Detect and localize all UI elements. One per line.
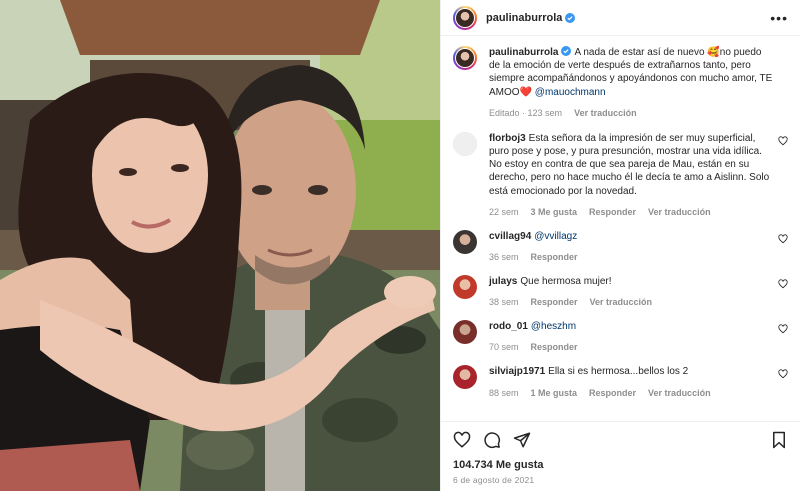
reply-button[interactable]: Responder — [531, 342, 578, 352]
comment-username[interactable]: silviajp1971 — [489, 366, 545, 377]
translate-link[interactable]: Ver traducción — [648, 207, 711, 217]
edited-label: Editado — [489, 107, 520, 118]
comment-time[interactable]: 38 sem — [489, 297, 519, 307]
post-caption: paulinaburrola A nada de estar así de nue… — [453, 46, 788, 118]
comment-item: cvillag94 @vvillagz 36 sem Responder — [453, 229, 788, 262]
comment-icon[interactable] — [483, 431, 501, 449]
comment-like-heart-icon[interactable] — [778, 324, 788, 334]
author-username[interactable]: paulinaburrola — [486, 12, 562, 24]
comment-username[interactable]: cvillag94 — [489, 231, 531, 242]
author-avatar[interactable] — [453, 5, 477, 30]
comment-text: Esta señora da la impresión de ser muy s… — [489, 132, 770, 197]
post-date[interactable]: 6 de agosto de 2021 — [441, 471, 800, 491]
comment-text: Que hermosa mujer! — [520, 276, 612, 288]
comment-item: rodo_01 @heszhm 70 sem Responder — [453, 320, 788, 352]
verified-badge-icon — [561, 46, 572, 56]
comment-item: silviajp1971 Ella si es hermosa...bellos … — [453, 365, 788, 398]
meta-separator: · — [519, 107, 528, 118]
caption-meta: Editado · 123 sem Ver traducción — [489, 108, 774, 118]
comment-mention[interactable]: @vvillagz — [534, 231, 577, 242]
comment-mention[interactable]: @heszhm — [531, 321, 576, 332]
comment-like-heart-icon[interactable] — [778, 234, 788, 244]
comment-avatar[interactable] — [453, 320, 477, 345]
comment-time[interactable]: 22 sem — [489, 207, 519, 217]
bookmark-icon[interactable] — [770, 431, 788, 449]
comment-username[interactable]: julays — [489, 276, 517, 287]
comment-time[interactable]: 70 sem — [489, 342, 519, 352]
comment-username[interactable]: rodo_01 — [489, 321, 528, 332]
post-side-panel: paulinaburrola ••• paulinaburrola A nada … — [440, 0, 800, 491]
more-options-icon[interactable]: ••• — [770, 11, 788, 25]
translate-link[interactable]: Ver traducción — [648, 388, 711, 398]
instagram-post: paulinaburrola ••• paulinaburrola A nada … — [0, 0, 800, 491]
comment-avatar[interactable] — [453, 229, 477, 254]
comment-avatar[interactable] — [453, 275, 477, 300]
post-header: paulinaburrola ••• — [441, 0, 800, 36]
verified-badge-icon — [565, 12, 576, 23]
comments-list[interactable]: paulinaburrola A nada de estar así de nue… — [441, 36, 800, 421]
comment-avatar[interactable] — [453, 131, 477, 156]
comment-item: julays Que hermosa mujer! 38 sem Responde… — [453, 275, 788, 307]
comment-like-heart-icon[interactable] — [778, 136, 788, 146]
post-actions-bar — [441, 421, 800, 457]
reply-button[interactable]: Responder — [589, 388, 636, 398]
comment-text: Ella si es hermosa...bellos los 2 — [548, 366, 689, 378]
selfie-image — [0, 0, 440, 491]
post-photo[interactable] — [0, 0, 440, 491]
comment-username[interactable]: florboj3 — [489, 133, 526, 144]
reply-button[interactable]: Responder — [531, 297, 578, 307]
comment-likes[interactable]: 3 Me gusta — [531, 207, 578, 217]
caption-mention[interactable]: @mauochmann — [535, 87, 606, 98]
comment-time[interactable]: 88 sem — [489, 388, 519, 398]
comment-item: florboj3 Esta señora da la impresión de s… — [453, 131, 788, 217]
comment-likes[interactable]: 1 Me gusta — [531, 388, 578, 398]
heart-icon[interactable] — [453, 431, 471, 449]
comment-like-heart-icon[interactable] — [778, 369, 788, 379]
caption-time[interactable]: 123 sem — [528, 108, 563, 118]
reply-button[interactable]: Responder — [589, 207, 636, 217]
caption-avatar[interactable] — [453, 46, 477, 70]
reply-button[interactable]: Responder — [531, 252, 578, 262]
paper-plane-icon[interactable] — [513, 431, 531, 449]
caption-translate-link[interactable]: Ver traducción — [574, 108, 637, 118]
translate-link[interactable]: Ver traducción — [590, 297, 653, 307]
likes-count[interactable]: 104.734 Me gusta — [441, 457, 800, 471]
comment-avatar[interactable] — [453, 365, 477, 390]
comment-time[interactable]: 36 sem — [489, 252, 519, 262]
caption-username[interactable]: paulinaburrola — [489, 47, 558, 58]
comment-like-heart-icon[interactable] — [778, 279, 788, 289]
